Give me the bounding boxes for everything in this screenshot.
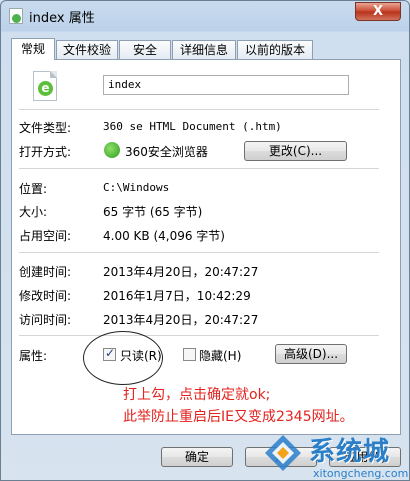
disk-size-label: 占用空间: xyxy=(19,229,72,243)
watermark: 系统城 xitongcheng.com xyxy=(259,431,409,481)
open-with-label: 打开方式: xyxy=(19,145,72,159)
modified-value: 2016年1月7日，10:42:29 xyxy=(103,289,251,303)
disk-size-value: 4.00 KB (4,096 字节) xyxy=(103,229,225,243)
tab-details[interactable]: 详细信息 xyxy=(172,40,236,59)
tab-general[interactable]: 常规 xyxy=(11,38,55,60)
html-file-icon xyxy=(9,8,23,24)
accessed-label: 访问时间: xyxy=(19,313,72,327)
title-bar[interactable]: index 属性 X xyxy=(1,1,409,31)
readonly-checkbox[interactable] xyxy=(103,346,116,361)
annotation-line-1: 打上勾，点击确定就ok; xyxy=(123,387,271,403)
file-name-input[interactable]: index xyxy=(103,75,349,95)
html-file-icon: e xyxy=(33,71,57,101)
attributes-label: 属性: xyxy=(19,349,48,363)
watermark-brand: 系统城 xyxy=(309,437,391,467)
general-tab-panel xyxy=(11,59,401,435)
file-type-label: 文件类型: xyxy=(19,121,72,135)
tab-previous-versions[interactable]: 以前的版本 xyxy=(237,40,313,59)
file-type-value: 360 se HTML Document (.htm) xyxy=(103,120,282,133)
change-button[interactable]: 更改(C)... xyxy=(244,141,347,161)
size-label: 大小: xyxy=(19,205,48,219)
location-value: C:\Windows xyxy=(103,181,170,194)
ok-button[interactable]: 确定 xyxy=(161,447,233,467)
location-label: 位置: xyxy=(19,182,48,196)
tab-security[interactable]: 安全 xyxy=(119,40,171,59)
close-button[interactable]: X xyxy=(355,2,401,21)
separator xyxy=(19,168,379,169)
tab-file-checksum[interactable]: 文件校验 xyxy=(56,40,118,59)
browser-360-icon xyxy=(104,142,120,158)
window-title: index 属性 xyxy=(29,11,95,26)
separator xyxy=(19,335,379,336)
size-value: 65 字节 (65 字节) xyxy=(103,205,203,219)
separator xyxy=(19,109,379,110)
open-with-value: 360安全浏览器 xyxy=(125,145,208,159)
advanced-button[interactable]: 高级(D)... xyxy=(275,344,347,364)
separator xyxy=(19,252,379,253)
modified-label: 修改时间: xyxy=(19,289,72,303)
annotation-line-2: 此举防止重启后IE又变成2345网址。 xyxy=(123,409,354,425)
created-value: 2013年4月20日，20:47:27 xyxy=(103,265,259,279)
properties-dialog: index 属性 X 常规 文件校验 安全 详细信息 以前的版本 e index… xyxy=(0,0,410,481)
hidden-label[interactable]: 隐藏(H) xyxy=(199,347,241,364)
accessed-value: 2013年4月20日，20:47:27 xyxy=(103,313,259,327)
created-label: 创建时间: xyxy=(19,265,72,279)
readonly-label[interactable]: 只读(R) xyxy=(120,347,162,364)
watermark-url: xitongcheng.com xyxy=(313,467,409,480)
brand-logo-icon xyxy=(265,435,301,471)
hidden-checkbox[interactable] xyxy=(183,348,196,361)
